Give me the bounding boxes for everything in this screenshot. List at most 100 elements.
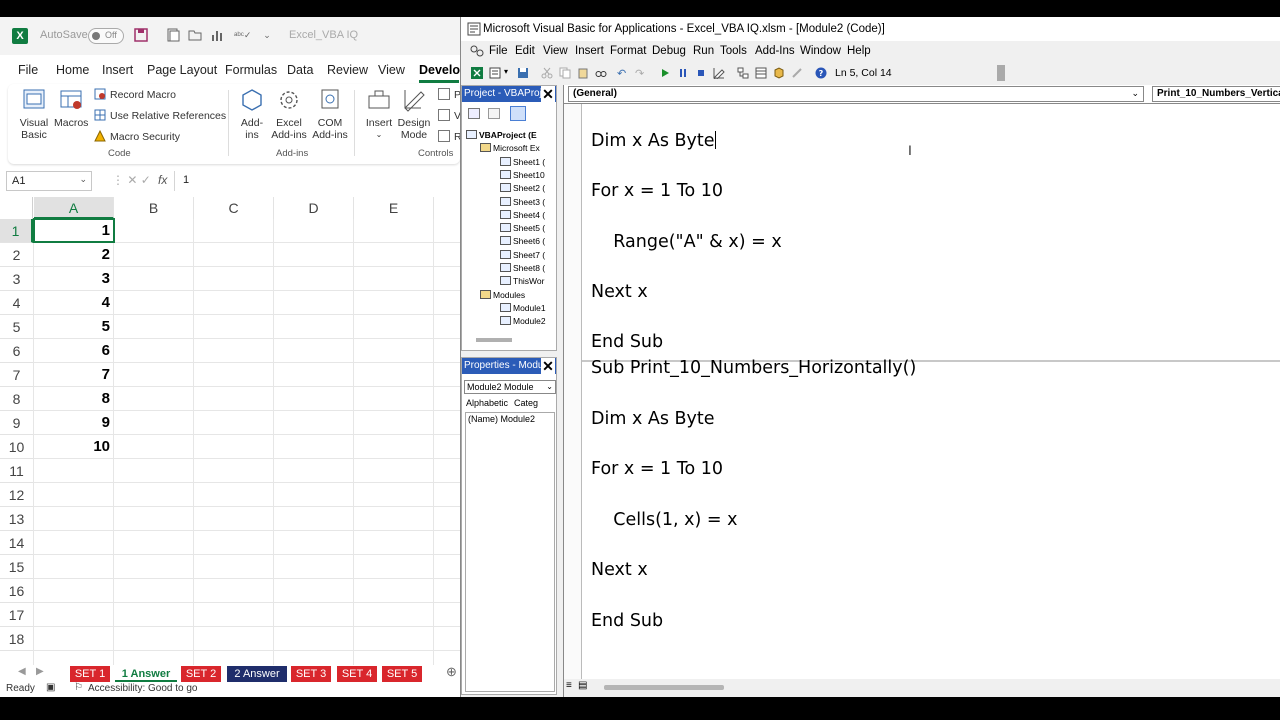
tree-item[interactable]: VBAProject (E [466, 130, 537, 140]
code-hscrollbar[interactable]: ≡ ▤ [564, 679, 1280, 697]
code-line[interactable]: Cells(1, x) = x [591, 510, 737, 530]
macro-security-button[interactable]: Macro Security [94, 130, 180, 143]
formula-input[interactable]: 1 [174, 171, 460, 191]
sheet-tab[interactable]: SET 5 [382, 666, 422, 682]
code-line[interactable]: End Sub [591, 332, 663, 352]
cell-a5[interactable]: 5 [34, 315, 114, 339]
hscroll-thumb[interactable] [604, 685, 724, 690]
view-code-icon[interactable] [468, 108, 480, 119]
cell-a8[interactable]: 8 [34, 387, 114, 411]
com-addins-button[interactable]: COM Add-ins [310, 88, 350, 141]
column-header-d[interactable]: D [274, 197, 354, 219]
row-header-14[interactable]: 14 [0, 531, 33, 555]
add-sheet-icon[interactable]: ⊕ [446, 664, 457, 680]
sheet-tab[interactable]: SET 1 [70, 666, 110, 682]
copy-icon[interactable] [559, 67, 571, 79]
cell-a6[interactable]: 6 [34, 339, 114, 363]
cell-a2[interactable]: 2 [34, 243, 114, 267]
tab-developer[interactable]: Develop [419, 63, 460, 77]
code-line[interactable]: Range("A" & x) = x [591, 232, 781, 252]
select-all-corner[interactable] [0, 197, 33, 219]
undo-icon[interactable]: ↶ [617, 67, 629, 80]
row-header-17[interactable]: 17 [0, 603, 33, 627]
tab-alphabetic[interactable]: Alphabetic [466, 398, 508, 408]
vbe-menu-debug[interactable]: Debug [652, 45, 686, 57]
tab-data[interactable]: Data [287, 63, 313, 77]
code-line[interactable]: For x = 1 To 10 [591, 459, 723, 479]
stop-icon[interactable] [695, 67, 707, 79]
tree-item[interactable]: ThisWor [500, 276, 545, 286]
tree-item[interactable]: Sheet3 ( [500, 196, 545, 207]
record-macro-button[interactable]: Record Macro [94, 88, 176, 101]
code-line[interactable]: Dim x As Byte [591, 409, 715, 429]
row-header-3[interactable]: 3 [0, 267, 33, 291]
code-line[interactable]: Sub Print_10_Numbers_Horizontally() [591, 358, 916, 378]
column-header-e[interactable]: E [354, 197, 434, 219]
view-object-icon[interactable] [488, 108, 500, 119]
design-mode-icon[interactable] [713, 67, 725, 79]
paste-icon[interactable] [577, 67, 589, 79]
run-dialog-button[interactable]: R [438, 130, 460, 143]
column-header-c[interactable]: C [194, 197, 274, 219]
save-icon[interactable] [134, 28, 148, 42]
new-file-icon[interactable] [166, 28, 180, 42]
sheet-tab[interactable]: SET 4 [337, 666, 377, 682]
cell-a10[interactable]: 10 [34, 435, 114, 459]
autosave-toggle[interactable]: Off [88, 28, 124, 44]
toolbox-icon[interactable] [791, 67, 803, 79]
name-box[interactable]: A1 ⌄ [6, 171, 92, 191]
visual-basic-button[interactable]: Visual Basic [14, 88, 54, 141]
row-header-11[interactable]: 11 [0, 459, 33, 483]
insert-module-icon[interactable] [489, 67, 501, 79]
row-header-15[interactable]: 15 [0, 555, 33, 579]
scroll-left-icon[interactable]: ◀ [18, 666, 26, 677]
vbe-menu-run[interactable]: Run [693, 45, 714, 57]
vbe-menu-tools[interactable]: Tools [720, 45, 747, 57]
status-accessibility[interactable]: Accessibility: Good to go [88, 683, 198, 694]
column-header-b[interactable]: B [114, 197, 194, 219]
help-icon[interactable]: ? [815, 67, 827, 79]
toolbar-overflow-handle[interactable] [997, 65, 1005, 81]
row-header-8[interactable]: 8 [0, 387, 33, 411]
cell-a4[interactable]: 4 [34, 291, 114, 315]
insert-control-button[interactable]: Insert ⌄ [362, 88, 396, 141]
object-dropdown[interactable]: (General) ⌄ [568, 86, 1144, 102]
close-icon[interactable]: ✕ [541, 86, 555, 102]
code-line[interactable]: Dim x As Byte [591, 131, 716, 151]
spelling-icon[interactable]: ᵃᵇᶜ✓ [234, 28, 251, 42]
row-header-1[interactable]: 1 [0, 219, 33, 243]
object-browser-icon[interactable] [773, 67, 785, 79]
tree-item[interactable]: Sheet7 ( [500, 249, 545, 260]
row-header-10[interactable]: 10 [0, 435, 33, 459]
name-property-row[interactable]: (Name) Module2 [468, 414, 535, 424]
view-excel-icon[interactable] [471, 67, 483, 79]
vbe-menu-help[interactable]: Help [847, 45, 871, 57]
tree-item[interactable]: Sheet6 ( [500, 236, 545, 246]
close-icon[interactable]: ✕ [541, 358, 555, 374]
vbe-menu-addins[interactable]: Add-Ins [755, 45, 795, 57]
chart-icon[interactable] [210, 28, 224, 42]
tree-item[interactable]: Sheet5 ( [500, 223, 545, 233]
save-icon[interactable] [517, 67, 529, 79]
tree-item[interactable]: Sheet10 [500, 169, 545, 180]
vbe-menu-view[interactable]: View [543, 45, 568, 57]
cell-a9[interactable]: 9 [34, 411, 114, 435]
sheet-tab[interactable]: 1 Answer [115, 666, 177, 682]
project-hscrollbar[interactable] [476, 338, 512, 342]
toggle-folders-icon[interactable] [510, 106, 526, 121]
insert-function-icon[interactable]: fx [158, 173, 167, 187]
use-relative-references-button[interactable]: Use Relative References [94, 109, 226, 122]
spreadsheet-grid[interactable]: A B C D E 1 2 3 4 5 6 7 8 9 10 11 12 13 14 15 16 17 18 1 2 3 4 5 6 7 8… [0, 197, 460, 665]
tree-item[interactable]: Microsoft Ex [480, 143, 540, 153]
tree-item[interactable]: Sheet8 ( [500, 263, 545, 273]
excel-addins-button[interactable]: Excel Add-ins [270, 88, 308, 141]
tab-file[interactable]: File [18, 63, 38, 77]
tab-page-layout[interactable]: Page Layout [147, 63, 217, 77]
chevron-down-icon[interactable]: ▾ [504, 67, 516, 79]
macro-record-status-icon[interactable]: ▣ [46, 682, 55, 693]
vbe-menu-edit[interactable]: Edit [515, 45, 535, 57]
code-line[interactable]: For x = 1 To 10 [591, 181, 723, 201]
object-combo[interactable]: Module2 Module ⌄ [464, 380, 556, 394]
tab-review[interactable]: Review [327, 63, 368, 77]
pause-icon[interactable] [677, 67, 689, 79]
